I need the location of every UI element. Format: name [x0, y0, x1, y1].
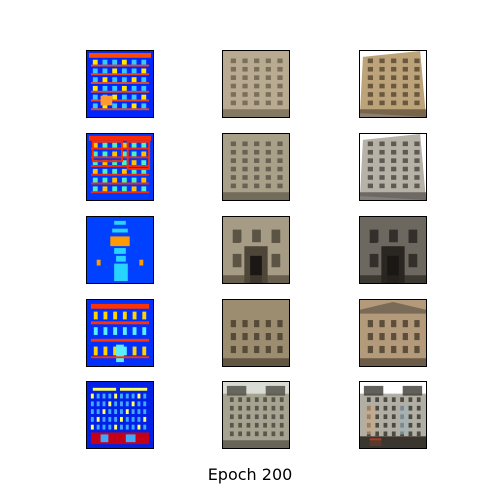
figure-caption: Epoch 200 — [207, 465, 293, 484]
generated-image-graphic — [223, 51, 289, 117]
label-map-graphic — [87, 382, 153, 448]
ground-truth-image-graphic — [360, 217, 426, 283]
ground-truth-image-row-3 — [359, 216, 427, 284]
generated-image-row-5 — [222, 381, 290, 449]
ground-truth-image-row-5 — [359, 381, 427, 449]
label-map-graphic — [87, 300, 153, 366]
label-map-row-5 — [86, 381, 154, 449]
generated-image-row-4 — [222, 299, 290, 367]
ground-truth-image-graphic — [360, 134, 426, 200]
label-map-graphic — [87, 217, 153, 283]
ground-truth-image-row-1 — [359, 50, 427, 118]
ground-truth-image-row-2 — [359, 133, 427, 201]
ground-truth-image-graphic — [360, 382, 426, 448]
label-map-row-4 — [86, 299, 154, 367]
label-map-graphic — [87, 134, 153, 200]
ground-truth-image-graphic — [360, 300, 426, 366]
ground-truth-image-graphic — [360, 51, 426, 117]
generated-image-row-3 — [222, 216, 290, 284]
label-map-graphic — [87, 51, 153, 117]
image-grid — [0, 0, 500, 460]
generated-image-graphic — [223, 134, 289, 200]
generated-image-row-2 — [222, 133, 290, 201]
generated-image-graphic — [223, 300, 289, 366]
ground-truth-image-row-4 — [359, 299, 427, 367]
generated-image-graphic — [223, 382, 289, 448]
generated-image-row-1 — [222, 50, 290, 118]
generated-image-graphic — [223, 217, 289, 283]
label-map-row-3 — [86, 216, 154, 284]
label-map-row-1 — [86, 50, 154, 118]
label-map-row-2 — [86, 133, 154, 201]
